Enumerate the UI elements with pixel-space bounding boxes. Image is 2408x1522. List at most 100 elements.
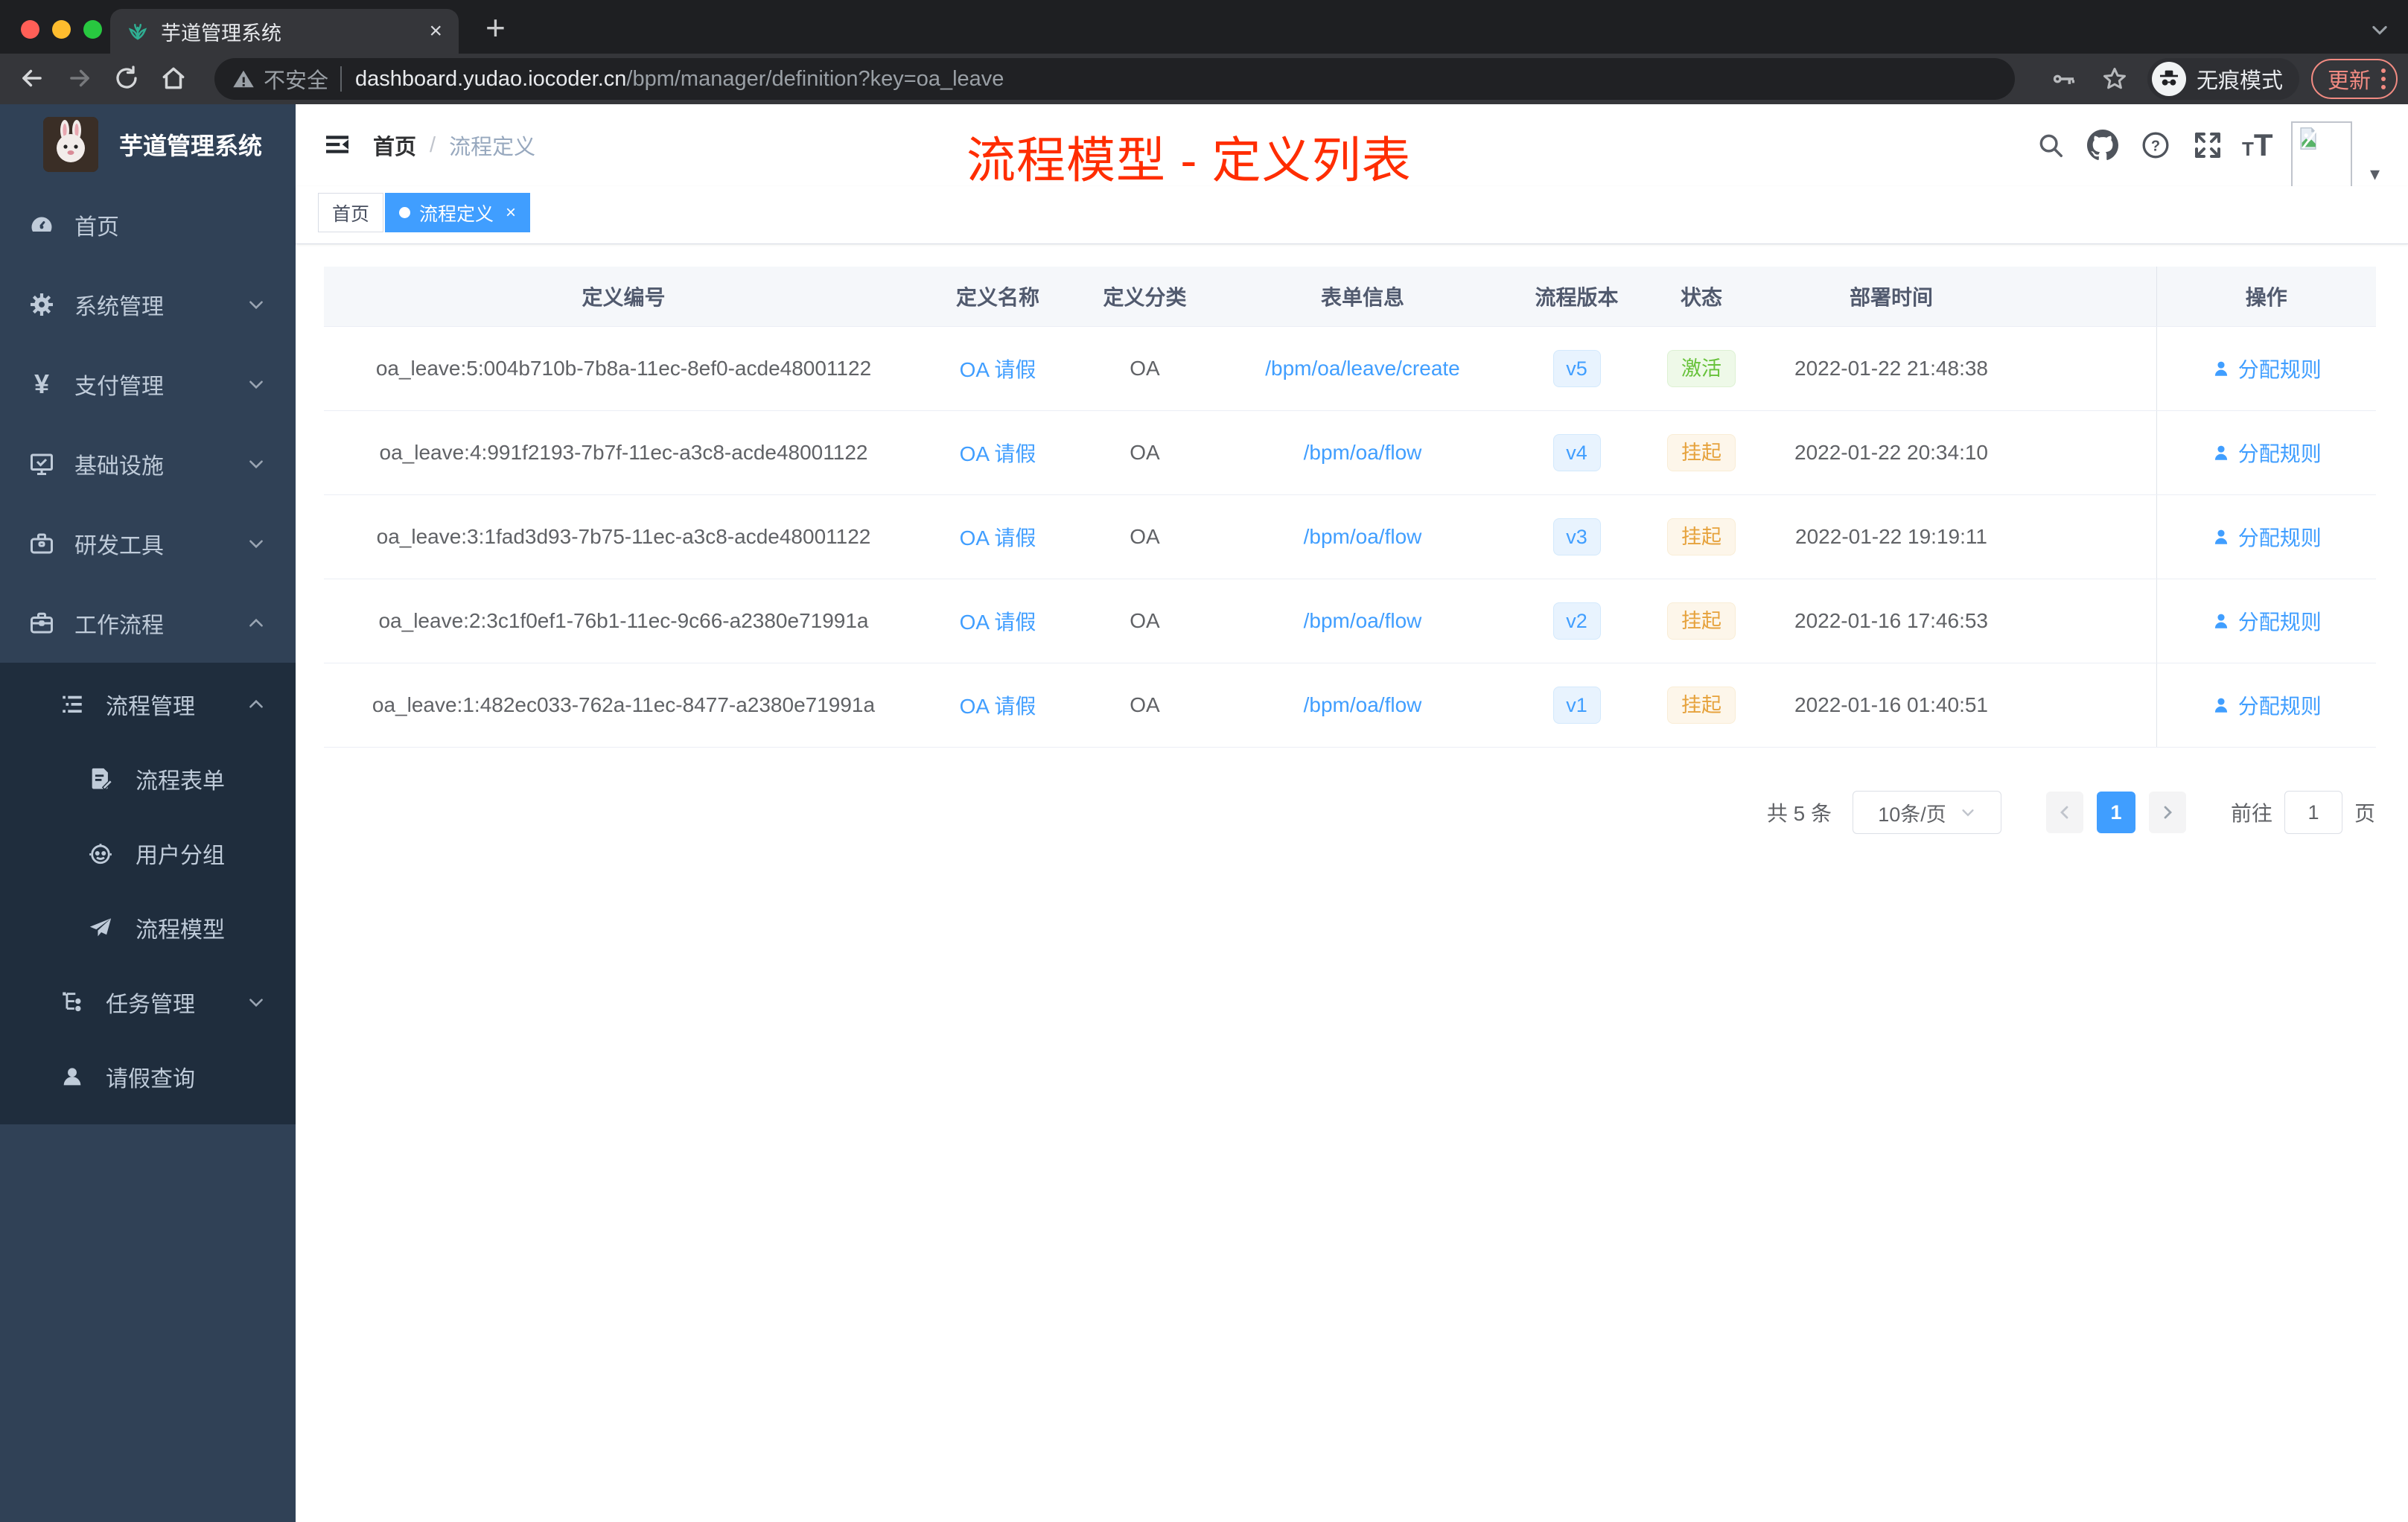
url-domain: dashboard.yudao.iocoder.cn	[355, 66, 627, 91]
sidebar-item-devtools[interactable]: 研发工具	[0, 503, 296, 583]
sidebar-item-system[interactable]: 系统管理	[0, 264, 296, 344]
home-icon[interactable]	[159, 64, 188, 92]
toolbox-icon	[28, 530, 55, 557]
tab-close-icon[interactable]: ×	[429, 19, 442, 44]
breadcrumb-current: 流程定义	[449, 136, 536, 159]
tab-search-chevron-icon[interactable]	[2369, 19, 2390, 40]
definition-name-link[interactable]: OA 请假	[960, 358, 1036, 381]
user-avatar[interactable]	[2291, 121, 2352, 190]
breadcrumb-home[interactable]: 首页	[373, 130, 416, 161]
browser-menu-update-button[interactable]: 更新	[2310, 59, 2398, 99]
window-zoom-button[interactable]	[83, 20, 102, 39]
definition-category: OA	[1072, 410, 1217, 495]
sidebar-item-process-management[interactable]: 流程管理	[0, 667, 296, 742]
col-form-info: 表单信息	[1217, 267, 1508, 327]
table-header-row: 定义编号 定义名称 定义分类 表单信息 流程版本 状态 部署时间 操作	[324, 267, 2376, 327]
org-tree-icon	[60, 990, 85, 1015]
definition-id: oa_leave:2:3c1f0ef1-76b1-11ec-9c66-a2380…	[324, 579, 923, 663]
form-link[interactable]: /bpm/oa/flow	[1304, 693, 1422, 716]
tag-process-definition[interactable]: 流程定义 ×	[385, 193, 531, 232]
deploy-time: 2022-01-22 19:19:11	[1757, 494, 2025, 579]
font-size-icon[interactable]: TT	[2242, 127, 2273, 163]
col-filler	[2025, 267, 2156, 327]
sidebar-item-leave-query[interactable]: 请假查询	[0, 1039, 296, 1114]
svg-text:?: ?	[2151, 138, 2160, 155]
breadcrumb: 首页 / 流程定义	[373, 130, 535, 161]
user-icon	[2214, 698, 2227, 713]
definition-name-link[interactable]: OA 请假	[960, 695, 1036, 718]
col-definition-name: 定义名称	[923, 267, 1072, 327]
fullscreen-icon[interactable]	[2193, 130, 2223, 160]
assign-rule-link[interactable]: 分配规则	[2211, 606, 2322, 636]
definition-name-link[interactable]: OA 请假	[960, 442, 1036, 465]
forward-icon[interactable]	[66, 64, 94, 92]
sidebar-item-process-model[interactable]: 流程模型	[0, 891, 296, 965]
not-secure-warning-icon	[232, 68, 255, 90]
dashboard-icon	[28, 211, 55, 238]
avatar-caret-down-icon[interactable]: ▾	[2370, 162, 2380, 185]
version-badge: v3	[1552, 518, 1601, 555]
sidebar-item-workflow[interactable]: 工作流程	[0, 583, 296, 663]
search-icon[interactable]	[2036, 131, 2065, 159]
assign-rule-link[interactable]: 分配规则	[2211, 354, 2322, 383]
form-link[interactable]: /bpm/oa/leave/create	[1265, 357, 1460, 380]
form-link[interactable]: /bpm/oa/flow	[1304, 609, 1422, 632]
user-icon	[2214, 445, 2227, 460]
next-page-button[interactable]	[2148, 792, 2186, 833]
window-minimize-button[interactable]	[52, 20, 71, 39]
sidebar-fold-icon[interactable]	[322, 130, 352, 159]
briefcase-icon	[28, 610, 55, 637]
definition-category: OA	[1072, 494, 1217, 579]
assign-rule-link[interactable]: 分配规则	[2211, 438, 2322, 468]
security-label[interactable]: 不安全	[264, 63, 328, 95]
github-icon[interactable]	[2087, 130, 2118, 161]
reload-icon[interactable]	[113, 65, 140, 92]
browser-tab[interactable]: 芋道管理系统 ×	[110, 9, 459, 54]
window-controls[interactable]	[21, 20, 102, 39]
chevron-down-icon	[246, 993, 266, 1012]
sidebar-item-task-management[interactable]: 任务管理	[0, 965, 296, 1039]
assign-rule-link[interactable]: 分配规则	[2211, 522, 2322, 552]
paper-plane-icon	[88, 915, 113, 940]
col-actions: 操作	[2156, 267, 2376, 327]
url-path: /bpm/manager/definition?key=oa_leave	[626, 66, 1004, 91]
bookmark-star-icon[interactable]	[2101, 66, 2128, 92]
kebab-menu-icon	[2381, 69, 2386, 89]
form-link[interactable]: /bpm/oa/flow	[1304, 525, 1422, 548]
window-close-button[interactable]	[21, 20, 39, 39]
definition-name-link[interactable]: OA 请假	[960, 611, 1036, 634]
definition-id: oa_leave:4:991f2193-7b7f-11ec-a3c8-acde4…	[324, 410, 923, 495]
tag-close-icon[interactable]: ×	[506, 203, 516, 223]
gear-icon	[28, 291, 55, 318]
sidebar-item-home[interactable]: 首页	[0, 185, 296, 264]
back-icon[interactable]	[18, 64, 46, 92]
new-tab-button[interactable]: +	[485, 7, 506, 48]
table-row: oa_leave:4:991f2193-7b7f-11ec-a3c8-acde4…	[324, 410, 2376, 495]
sidebar: 芋道管理系统 首页 系统管理 ¥ 支付管理 基础设施 研发工具 工作流程 流程管…	[0, 104, 296, 1522]
sidebar-item-process-form[interactable]: 流程表单	[0, 742, 296, 816]
definition-name-link[interactable]: OA 请假	[960, 526, 1036, 550]
password-key-icon[interactable]	[2049, 66, 2076, 92]
form-edit-icon	[88, 766, 113, 792]
tag-home[interactable]: 首页	[318, 193, 384, 232]
form-link[interactable]: /bpm/oa/flow	[1304, 441, 1422, 464]
goto-page-input[interactable]	[2284, 791, 2342, 834]
sidebar-item-user-group[interactable]: 用户分组	[0, 816, 296, 891]
page-size-select[interactable]: 10条/页	[1852, 791, 2001, 834]
sidebar-item-payment[interactable]: ¥ 支付管理	[0, 344, 296, 424]
table-row: oa_leave:5:004b710b-7b8a-11ec-8ef0-acde4…	[324, 326, 2376, 411]
prev-page-button[interactable]	[2045, 792, 2083, 833]
pagination: 共 5 条 10条/页 1 前往 页	[1767, 791, 2375, 834]
page-number-1[interactable]: 1	[2096, 792, 2135, 833]
address-bar[interactable]: 不安全 dashboard.yudao.iocoder.cn/bpm/manag…	[214, 58, 2015, 100]
help-question-icon[interactable]: ?	[2141, 130, 2170, 160]
annotation-title: 流程模型 - 定义列表	[966, 133, 1412, 188]
monitor-icon	[28, 450, 55, 477]
sidebar-logo[interactable]: 芋道管理系统	[0, 104, 296, 185]
assign-rule-link[interactable]: 分配规则	[2211, 690, 2322, 720]
sidebar-item-infrastructure[interactable]: 基础设施	[0, 424, 296, 503]
chevron-down-icon	[246, 375, 266, 394]
col-process-version: 流程版本	[1508, 267, 1646, 327]
browser-toolbar: 不安全 dashboard.yudao.iocoder.cn/bpm/manag…	[0, 54, 2408, 104]
chevron-right-icon	[2164, 806, 2172, 819]
